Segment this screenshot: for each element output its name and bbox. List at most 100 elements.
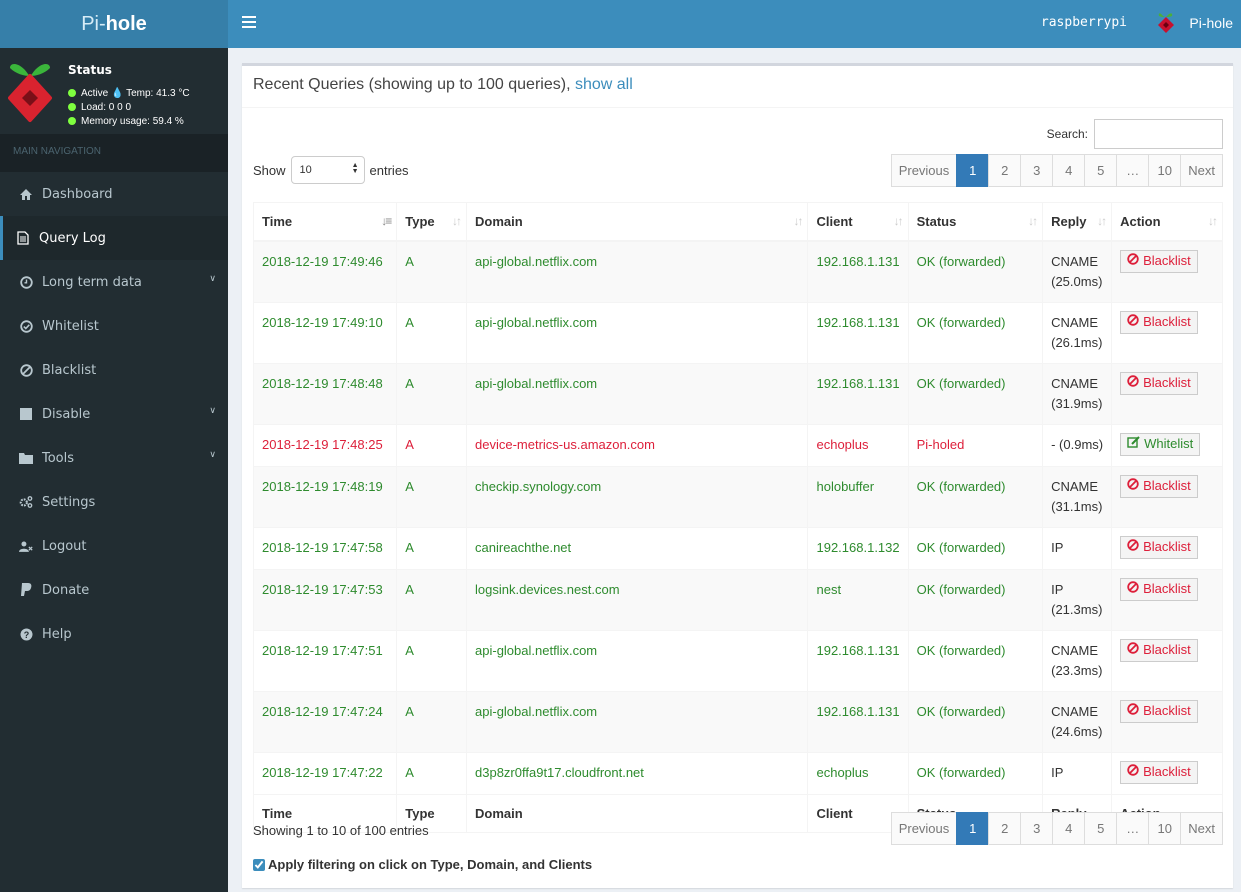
blacklist-button[interactable]: Blacklist [1120, 699, 1198, 723]
sidebar-item-long-term-data[interactable]: Long term data ∨ [0, 260, 228, 304]
cell-client[interactable]: 192.168.1.131 [807, 690, 909, 753]
cell-type[interactable]: A [396, 526, 468, 570]
cell-domain[interactable]: checkip.synology.com [466, 465, 809, 528]
paypal-icon [19, 583, 33, 597]
nav-header: MAIN NAVIGATION [0, 134, 228, 172]
sidebar-item-disable[interactable]: Disable ∨ [0, 392, 228, 436]
cell-type[interactable]: A [396, 568, 468, 631]
active-dot-icon [68, 89, 76, 97]
user-menu[interactable]: Pi-hole [1155, 10, 1233, 36]
page-button-5[interactable]: 5 [1084, 154, 1118, 187]
app-logo[interactable]: Pi-hole [0, 0, 228, 48]
load-dot-icon [68, 103, 76, 111]
previous-page-button[interactable]: Previous [890, 154, 958, 187]
apply-filtering-checkbox[interactable] [253, 858, 265, 871]
blacklist-button[interactable]: Blacklist [1120, 249, 1198, 273]
cell-client[interactable]: nest [807, 568, 909, 631]
cell-type[interactable]: A [396, 690, 468, 753]
cell-type[interactable]: A [396, 301, 468, 364]
blacklist-button[interactable]: Blacklist [1120, 371, 1198, 395]
blacklist-button[interactable]: Blacklist [1120, 577, 1198, 601]
whitelist-button[interactable]: Whitelist [1120, 432, 1201, 456]
cell-action: Blacklist [1111, 568, 1223, 631]
column-header-reply[interactable]: Reply ↓↑ [1042, 202, 1113, 242]
cell-client[interactable]: echoplus [807, 423, 909, 467]
page-button-1[interactable]: 1 [956, 812, 990, 845]
column-header-status[interactable]: Status ↓↑ [907, 202, 1044, 242]
sidebar-item-dashboard[interactable]: Dashboard [0, 172, 228, 216]
previous-page-button[interactable]: Previous [890, 812, 958, 845]
cell-domain[interactable]: logsink.devices.nest.com [466, 568, 809, 631]
sidebar-item-donate[interactable]: Donate [0, 568, 228, 612]
apply-filtering-label[interactable]: Apply filtering on click on Type, Domain… [268, 857, 592, 872]
blacklist-button[interactable]: Blacklist [1120, 535, 1198, 559]
page-button-2[interactable]: 2 [988, 812, 1022, 845]
page-button-10[interactable]: 10 [1148, 154, 1182, 187]
cell-type[interactable]: A [396, 240, 468, 303]
cell-domain[interactable]: d3p8zr0ffa9t17.cloudfront.net [466, 751, 809, 795]
sidebar-item-tools[interactable]: Tools ∨ [0, 436, 228, 480]
blacklist-button[interactable]: Blacklist [1120, 474, 1198, 498]
next-page-button[interactable]: Next [1180, 812, 1223, 845]
cell-type[interactable]: A [396, 362, 468, 425]
column-header-type[interactable]: Type ↓↑ [396, 202, 468, 242]
sidebar-item-blacklist[interactable]: Blacklist [0, 348, 228, 392]
cell-reply: CNAME (31.1ms) [1042, 465, 1113, 528]
pagination-ellipsis[interactable]: … [1116, 812, 1150, 845]
cell-client[interactable]: 192.168.1.131 [807, 362, 909, 425]
blacklist-button[interactable]: Blacklist [1120, 310, 1198, 334]
sidebar-item-query-log[interactable]: Query Log [0, 216, 228, 260]
column-header-action[interactable]: Action ↓↑ [1111, 202, 1223, 242]
cell-type[interactable]: A [396, 629, 468, 692]
cell-reply: - (0.9ms) [1042, 423, 1113, 467]
page-button-2[interactable]: 2 [988, 154, 1022, 187]
ban-icon [1127, 762, 1139, 782]
cell-client[interactable]: 192.168.1.132 [807, 526, 909, 570]
page-button-3[interactable]: 3 [1020, 154, 1054, 187]
sidebar-toggle-icon[interactable] [242, 16, 256, 30]
sidebar-item-settings[interactable]: Settings [0, 480, 228, 524]
search-input[interactable] [1094, 119, 1223, 149]
cell-domain[interactable]: api-global.netflix.com [466, 240, 809, 303]
page-length-select[interactable]: 10 ▲ ▼ [290, 156, 365, 184]
cell-client[interactable]: holobuffer [807, 465, 909, 528]
show-all-link[interactable]: show all [575, 76, 633, 93]
cell-type[interactable]: A [396, 465, 468, 528]
table-row: 2018-12-19 17:47:51 Aapi-global.netflix.c… [252, 629, 1223, 692]
page-button-1[interactable]: 1 [956, 154, 990, 187]
page-button-10[interactable]: 10 [1148, 812, 1182, 845]
next-page-button[interactable]: Next [1180, 154, 1223, 187]
cell-domain[interactable]: device-metrics-us.amazon.com [466, 423, 809, 467]
pagination-ellipsis[interactable]: … [1116, 154, 1150, 187]
column-header-client[interactable]: Client ↓↑ [807, 202, 909, 242]
column-header-time[interactable]: Time ↓≡ [252, 202, 398, 242]
cell-domain[interactable]: api-global.netflix.com [466, 629, 809, 692]
cell-type[interactable]: A [396, 423, 468, 467]
cell-client[interactable]: 192.168.1.131 [807, 301, 909, 364]
page-button-4[interactable]: 4 [1052, 812, 1086, 845]
sidebar-item-label: Long term data [42, 274, 142, 290]
cell-status: OK (forwarded) [907, 301, 1044, 364]
cell-domain[interactable]: api-global.netflix.com [466, 690, 809, 753]
status-temp: Temp: 41.3 °C [126, 88, 190, 99]
cell-client[interactable]: 192.168.1.131 [807, 629, 909, 692]
page-button-4[interactable]: 4 [1052, 154, 1086, 187]
sidebar-item-help[interactable]: ? Help [0, 612, 228, 656]
blacklist-button[interactable]: Blacklist [1120, 638, 1198, 662]
table-row: 2018-12-19 17:49:10 Aapi-global.netflix.c… [252, 301, 1223, 364]
cell-client[interactable]: echoplus [807, 751, 909, 795]
cell-domain[interactable]: api-global.netflix.com [466, 301, 809, 364]
cell-domain[interactable]: canireachthe.net [466, 526, 809, 570]
filter-option: Apply filtering on click on Type, Domain… [253, 857, 592, 872]
sidebar-item-whitelist[interactable]: Whitelist [0, 304, 228, 348]
cell-client[interactable]: 192.168.1.131 [807, 240, 909, 303]
cell-domain[interactable]: api-global.netflix.com [466, 362, 809, 425]
column-header-domain[interactable]: Domain ↓↑ [466, 202, 809, 242]
status-load: Load: 0 0 0 [68, 101, 190, 115]
sidebar-item-logout[interactable]: Logout [0, 524, 228, 568]
cell-action: Blacklist [1111, 301, 1223, 364]
page-button-5[interactable]: 5 [1084, 812, 1118, 845]
page-button-3[interactable]: 3 [1020, 812, 1054, 845]
cell-type[interactable]: A [396, 751, 468, 795]
blacklist-button[interactable]: Blacklist [1120, 760, 1198, 784]
